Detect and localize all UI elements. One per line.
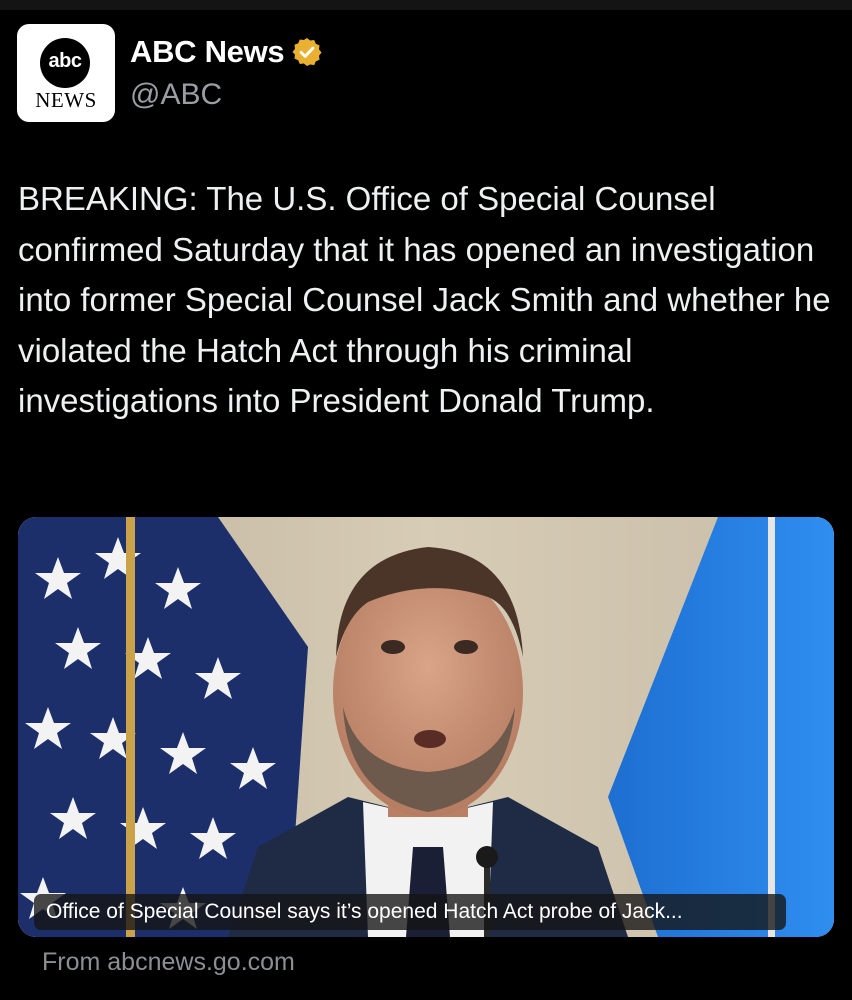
verified-badge-icon xyxy=(292,38,322,66)
link-card[interactable]: Office of Special Counsel says it’s open… xyxy=(18,517,834,937)
account-name-row[interactable]: ABC News xyxy=(130,34,323,70)
status-bar-strip xyxy=(0,0,852,10)
news-photo-image xyxy=(18,517,834,937)
link-card-headline[interactable]: Office of Special Counsel says it’s open… xyxy=(34,894,786,930)
abc-logo-text: abc xyxy=(48,50,82,72)
link-source[interactable]: From abcnews.go.com xyxy=(42,948,295,977)
display-name[interactable]: ABC News xyxy=(130,34,285,70)
news-logo-text: NEWS xyxy=(35,88,97,112)
account-handle[interactable]: @ABC xyxy=(130,78,222,112)
abc-logo-icon: abc xyxy=(40,38,90,88)
tweet-text: BREAKING: The U.S. Office of Special Cou… xyxy=(18,180,831,419)
account-avatar[interactable]: abc NEWS xyxy=(17,24,115,122)
